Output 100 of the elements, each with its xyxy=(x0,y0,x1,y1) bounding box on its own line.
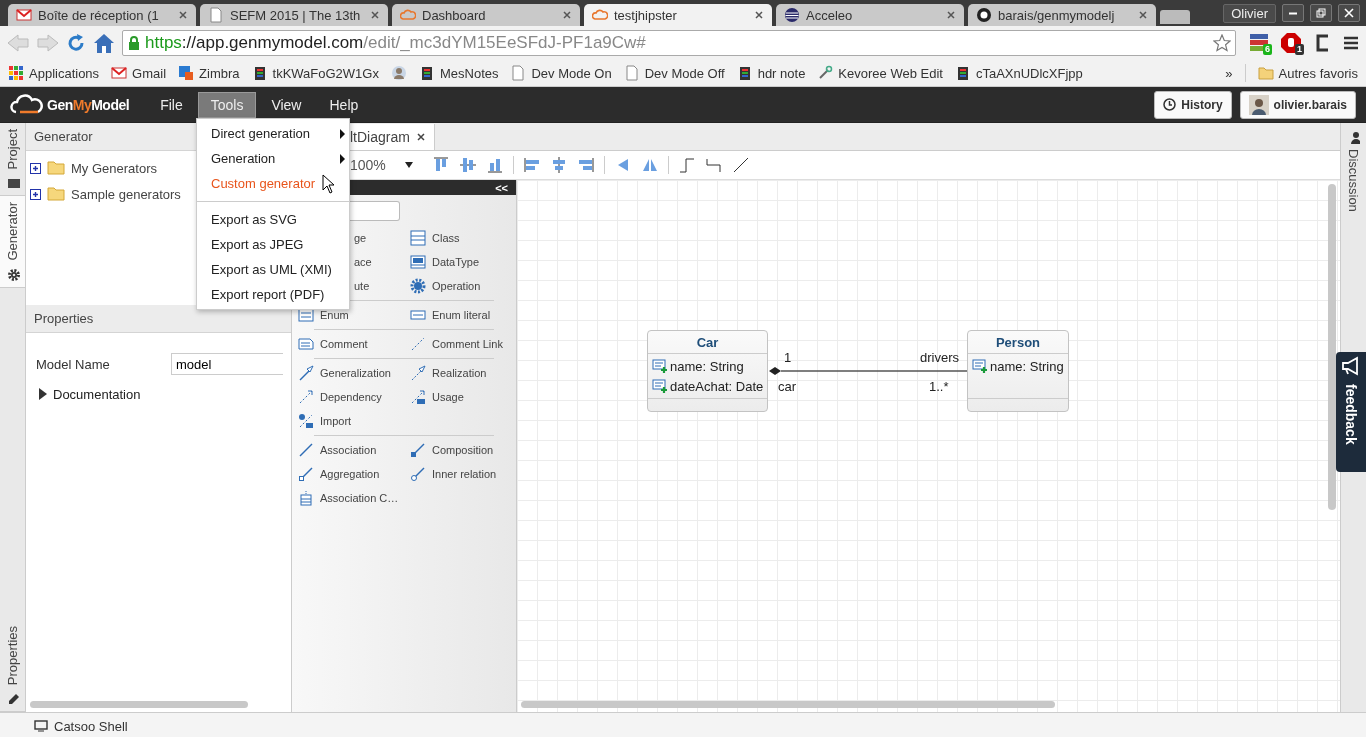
palette-item[interactable]: Class xyxy=(410,226,460,250)
side-tab[interactable]: Generator xyxy=(0,196,25,288)
browser-tab[interactable]: Boîte de réception (1 xyxy=(8,4,196,26)
browser-tab[interactable]: testjhipster xyxy=(584,4,772,26)
palette-item[interactable]: ute xyxy=(354,274,370,298)
bookmark[interactable]: Kevoree Web Edit xyxy=(817,65,943,81)
composition-line[interactable] xyxy=(769,367,967,375)
straight-connector-icon[interactable] xyxy=(732,156,750,174)
side-tab[interactable]: Discussion xyxy=(1341,123,1366,220)
more-bookmarks-button[interactable]: » xyxy=(1225,65,1233,81)
attribute: name: String xyxy=(990,358,1064,374)
bookmark-folder[interactable]: Autres favoris xyxy=(1257,65,1358,81)
restore-button[interactable] xyxy=(1310,4,1332,22)
bookmark[interactable]: hdr note xyxy=(736,65,806,81)
browser-tab[interactable]: SEFM 2015 | The 13th xyxy=(200,4,388,26)
close-icon[interactable] xyxy=(754,10,764,20)
collapse-button[interactable]: << xyxy=(495,181,508,194)
browser-tab[interactable]: Acceleo xyxy=(776,4,964,26)
expand-icon[interactable] xyxy=(30,188,41,200)
palette-item[interactable]: Generalization xyxy=(298,361,391,385)
tree-item[interactable]: Sample generators xyxy=(71,186,181,202)
address-bar[interactable]: https://app.genmymodel.com/edit/_mc3dYM15EeSFdJ-PF1a9Cw# xyxy=(122,30,1236,56)
palette-item[interactable]: Comment Link xyxy=(410,332,503,356)
menu-option[interactable]: Export as JPEG xyxy=(197,232,349,257)
stack-icon[interactable] xyxy=(1248,32,1270,54)
bookmark[interactable]: Applications xyxy=(8,65,100,81)
menu-option[interactable]: Export as SVG xyxy=(197,207,349,232)
menu-item[interactable]: Tools xyxy=(197,91,257,118)
close-icon[interactable] xyxy=(946,10,956,20)
star-icon[interactable] xyxy=(1213,34,1231,52)
palette-item[interactable]: Association xyxy=(298,438,377,462)
align-right-icon[interactable] xyxy=(577,156,595,174)
section-title[interactable]: Documentation xyxy=(53,386,141,402)
scrollbar[interactable] xyxy=(30,700,248,708)
bookmark[interactable]: tkKWaFoG2W1Gx xyxy=(251,65,379,81)
home-icon[interactable] xyxy=(92,32,116,54)
cloud-icon xyxy=(400,7,416,23)
palette-item[interactable]: ge xyxy=(354,226,367,250)
palette-item[interactable]: Composition xyxy=(410,438,494,462)
scrollbar[interactable] xyxy=(1328,184,1336,510)
field-label: Model Name xyxy=(36,356,111,372)
menu-item[interactable]: View xyxy=(258,91,315,118)
stop-hand-icon[interactable] xyxy=(1280,32,1302,54)
align-middle-icon[interactable] xyxy=(459,156,477,174)
bookmark[interactable]: Zimbra xyxy=(178,65,240,81)
palette-item[interactable]: Aggregation xyxy=(298,462,380,486)
palette-item[interactable]: Import xyxy=(298,409,352,433)
input-field[interactable]: model xyxy=(171,353,283,375)
history-button[interactable]: History xyxy=(1154,90,1232,119)
menu-item[interactable]: File xyxy=(147,91,196,118)
menu-option[interactable]: Custom generator xyxy=(197,171,349,196)
menu-icon[interactable] xyxy=(1342,34,1360,52)
user-button[interactable]: olivier.barais xyxy=(1239,90,1356,119)
palette-item[interactable]: Operation xyxy=(410,274,481,298)
align-top-icon[interactable] xyxy=(432,156,450,174)
close-button[interactable] xyxy=(1338,4,1360,22)
browser-tab[interactable]: Dashboard xyxy=(392,4,580,26)
menu-option[interactable]: Export as UML (XMI) xyxy=(197,257,349,282)
align-left-icon[interactable] xyxy=(523,156,541,174)
expand-triangle-icon[interactable] xyxy=(39,388,47,400)
menu-option[interactable]: Export report (PDF) xyxy=(197,282,349,307)
elbow-connector-icon[interactable] xyxy=(678,156,696,174)
palette-item[interactable]: DataType xyxy=(410,250,480,274)
search-field[interactable] xyxy=(348,201,400,221)
palette-item[interactable]: Dependency xyxy=(298,385,382,409)
zoom-level[interactable]: 100% xyxy=(350,157,396,173)
bookmark[interactable]: cTaAXnUDlcXFjpp xyxy=(954,65,1083,81)
palette-item[interactable]: Inner relation xyxy=(410,462,497,486)
feedback-tab[interactable]: feedback xyxy=(1336,352,1366,472)
palette-item[interactable]: Enum literal xyxy=(410,303,491,327)
close-icon[interactable] xyxy=(178,10,188,20)
browser-tab[interactable]: barais/genmymodelj xyxy=(968,4,1156,26)
tree-item[interactable]: My Generators xyxy=(71,160,157,176)
expand-icon[interactable] xyxy=(30,162,41,174)
close-icon[interactable] xyxy=(562,10,572,20)
menu-item[interactable]: Help xyxy=(316,91,372,118)
profile-button[interactable]: Olivier xyxy=(1223,3,1276,23)
bookmark[interactable]: Dev Mode Off xyxy=(623,65,725,81)
close-icon[interactable] xyxy=(370,10,380,20)
class-box[interactable]: Car name: String dateAchat: Date xyxy=(647,330,768,412)
step-connector-icon[interactable] xyxy=(705,156,723,174)
scrollbar[interactable] xyxy=(521,701,1055,708)
palette-item[interactable]: Usage xyxy=(410,385,464,409)
bookmark[interactable]: MesNotes xyxy=(418,65,499,81)
minimize-button[interactable] xyxy=(1282,4,1304,22)
bookmark[interactable]: Gmail xyxy=(111,65,167,81)
align-center-icon[interactable] xyxy=(550,156,568,174)
caret-icon[interactable] xyxy=(405,162,413,168)
palette-item[interactable]: Realization xyxy=(410,361,487,385)
close-icon[interactable] xyxy=(415,132,426,142)
shell-tab[interactable]: Catsoo Shell xyxy=(54,718,128,734)
palette-item[interactable]: Association C… xyxy=(298,486,399,510)
avatar-icon[interactable] xyxy=(390,65,407,81)
close-icon[interactable] xyxy=(1138,10,1148,20)
palette-item[interactable]: Comment xyxy=(298,332,368,356)
bookmark[interactable]: Dev Mode On xyxy=(510,65,612,81)
align-bottom-icon[interactable] xyxy=(486,156,504,174)
reload-icon[interactable] xyxy=(66,33,86,53)
class-box[interactable]: Person name: String xyxy=(967,330,1069,412)
palette-item[interactable]: ace xyxy=(354,250,372,274)
